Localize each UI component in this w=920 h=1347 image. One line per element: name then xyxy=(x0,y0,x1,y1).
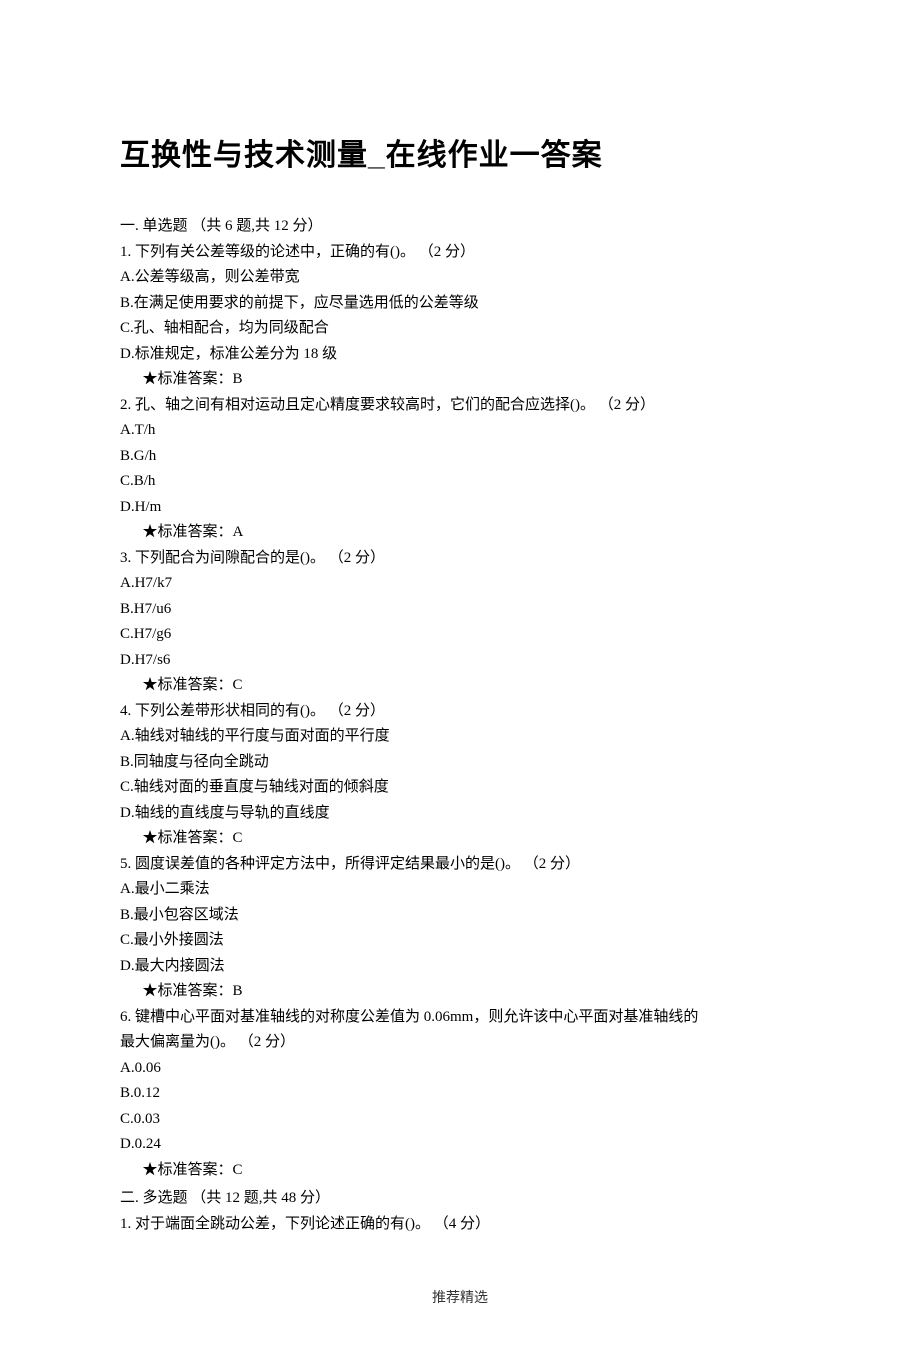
question-line: 4. 下列公差带形状相同的有()。 （2 分） xyxy=(120,699,800,725)
question-line: 1. 对于端面全跳动公差，下列论述正确的有()。 （4 分） xyxy=(120,1212,800,1238)
question-line: 5. 圆度误差值的各种评定方法中，所得评定结果最小的是()。 （2 分） xyxy=(120,852,800,878)
option-line: C.最小外接圆法 xyxy=(120,928,800,954)
option-line: D.H7/s6 xyxy=(120,648,800,674)
option-line: D.轴线的直线度与导轨的直线度 xyxy=(120,801,800,827)
option-line: D.H/m xyxy=(120,495,800,521)
section-heading: 一. 单选题 （共 6 题,共 12 分） xyxy=(120,214,800,240)
answer-line: ★标准答案：B xyxy=(120,979,800,1005)
option-line: C.孔、轴相配合，均为同级配合 xyxy=(120,316,800,342)
answer-line: ★标准答案：C xyxy=(120,826,800,852)
option-line: C.B/h xyxy=(120,469,800,495)
option-line: B.在满足使用要求的前提下，应尽量选用低的公差等级 xyxy=(120,291,800,317)
answer-line: ★标准答案：C xyxy=(120,673,800,699)
question-line-cont: 最大偏离量为()。 （2 分） xyxy=(120,1030,800,1056)
option-line: A.T/h xyxy=(120,418,800,444)
option-line: B.同轴度与径向全跳动 xyxy=(120,750,800,776)
answer-line: ★标准答案：B xyxy=(120,367,800,393)
option-line: C.H7/g6 xyxy=(120,622,800,648)
option-line: D.最大内接圆法 xyxy=(120,954,800,980)
question-line: 6. 键槽中心平面对基准轴线的对称度公差值为 0.06mm，则允许该中心平面对基… xyxy=(120,1005,800,1031)
question-line: 1. 下列有关公差等级的论述中，正确的有()。 （2 分） xyxy=(120,240,800,266)
answer-line: ★标准答案：C xyxy=(120,1158,800,1184)
question-line: 3. 下列配合为间隙配合的是()。 （2 分） xyxy=(120,546,800,572)
option-line: A.H7/k7 xyxy=(120,571,800,597)
option-line: B.最小包容区域法 xyxy=(120,903,800,929)
option-line: B.G/h xyxy=(120,444,800,470)
option-line: A.公差等级高，则公差带宽 xyxy=(120,265,800,291)
answer-line: ★标准答案：A xyxy=(120,520,800,546)
option-line: A.最小二乘法 xyxy=(120,877,800,903)
option-line: D.标准规定，标准公差分为 18 级 xyxy=(120,342,800,368)
option-line: C.0.03 xyxy=(120,1107,800,1133)
option-line: A.0.06 xyxy=(120,1056,800,1082)
option-line: A.轴线对轴线的平行度与面对面的平行度 xyxy=(120,724,800,750)
option-line: D.0.24 xyxy=(120,1132,800,1158)
document-content: 一. 单选题 （共 6 题,共 12 分）1. 下列有关公差等级的论述中，正确的… xyxy=(120,214,800,1237)
option-line: B.H7/u6 xyxy=(120,597,800,623)
section-heading: 二. 多选题 （共 12 题,共 48 分） xyxy=(120,1186,800,1212)
option-line: B.0.12 xyxy=(120,1081,800,1107)
option-line: C.轴线对面的垂直度与轴线对面的倾斜度 xyxy=(120,775,800,801)
question-line: 2. 孔、轴之间有相对运动且定心精度要求较高时，它们的配合应选择()。 （2 分… xyxy=(120,393,800,419)
document-title: 互换性与技术测量_在线作业一答案 xyxy=(120,130,800,174)
footer-text: 推荐精选 xyxy=(120,1287,800,1307)
